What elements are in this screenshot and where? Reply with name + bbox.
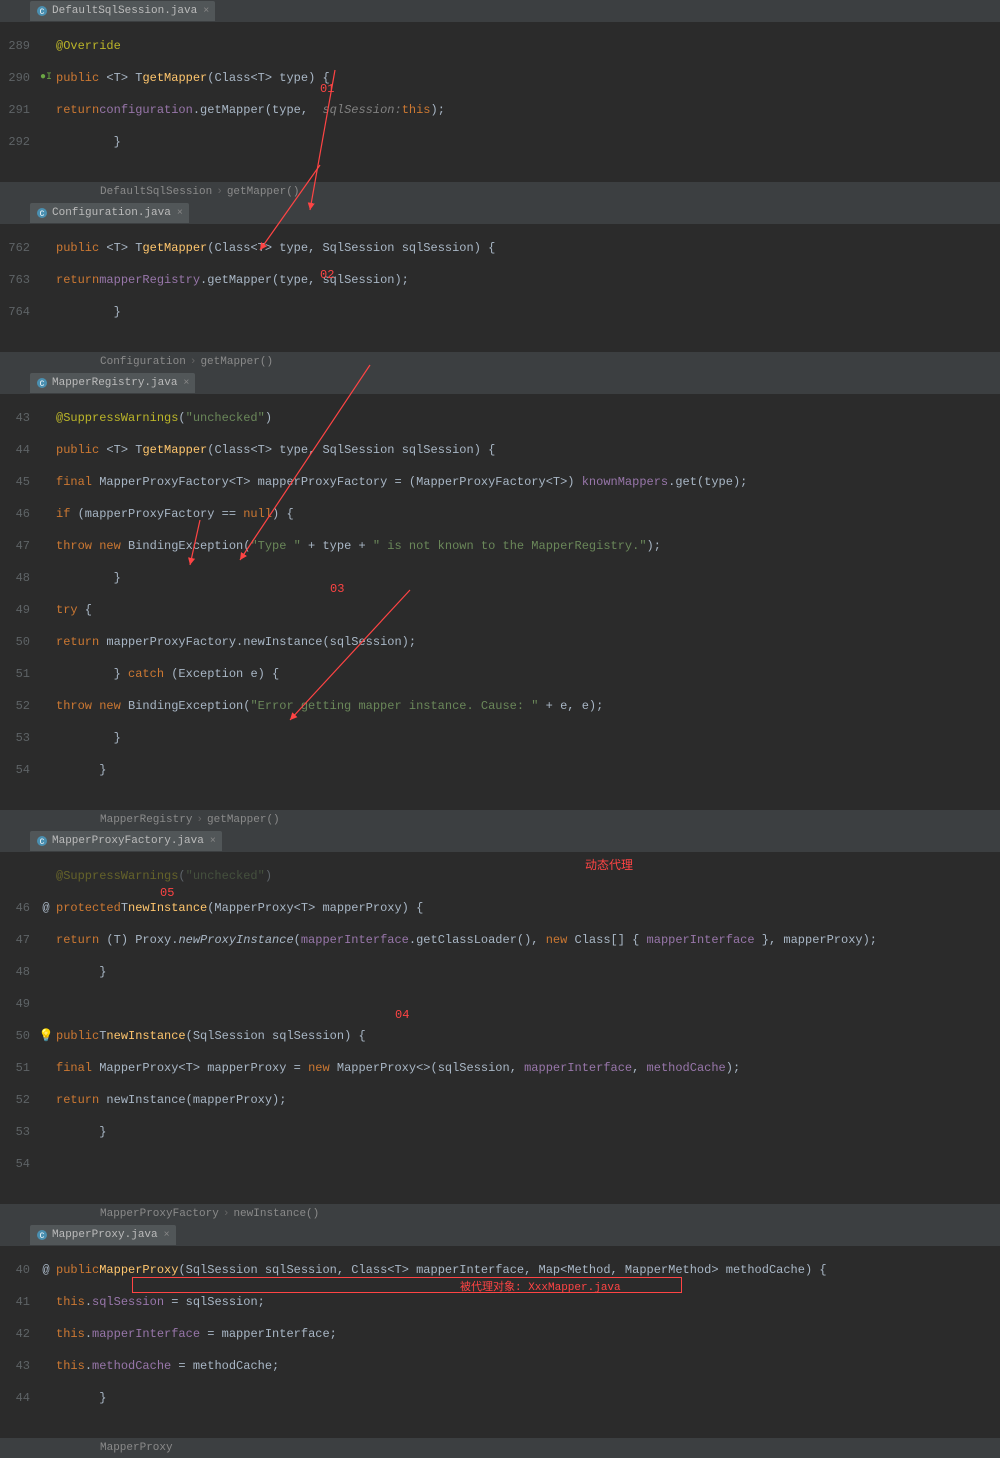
- breadcrumb[interactable]: Configuration›getMapper(): [0, 352, 1000, 372]
- panel-mapperproxyfactory: C MapperProxyFactory.java × @SuppressWar…: [0, 830, 1000, 1224]
- java-class-icon: C: [36, 1229, 48, 1241]
- panel-mapperregistry: C MapperRegistry.java × 43 @SuppressWarn…: [0, 372, 1000, 830]
- tab-bar: C DefaultSqlSession.java ×: [0, 0, 1000, 22]
- java-class-icon: C: [36, 5, 48, 17]
- code-area[interactable]: 289 @Override 290●I public <T> T getMapp…: [0, 22, 1000, 182]
- close-icon[interactable]: ×: [183, 378, 189, 389]
- tab-bar: C MapperProxyFactory.java ×: [0, 830, 1000, 852]
- tab-label: MapperRegistry.java: [52, 377, 177, 389]
- tab-label: DefaultSqlSession.java: [52, 5, 197, 17]
- svg-text:C: C: [40, 1232, 45, 1241]
- tab-label: MapperProxyFactory.java: [52, 835, 204, 847]
- code-area[interactable]: 43 @SuppressWarnings("unchecked") 44 pub…: [0, 394, 1000, 810]
- panel-defaultsqlsession: C DefaultSqlSession.java × 289 @Override…: [0, 0, 1000, 202]
- breadcrumb[interactable]: MapperProxyFactory›newInstance(): [0, 1204, 1000, 1224]
- svg-text:C: C: [40, 8, 45, 17]
- svg-text:C: C: [40, 210, 45, 219]
- code-area[interactable]: 762 public <T> T getMapper(Class<T> type…: [0, 224, 1000, 352]
- intention-bulb-icon[interactable]: 💡: [36, 1028, 56, 1044]
- close-icon[interactable]: ×: [210, 836, 216, 847]
- java-class-icon: C: [36, 377, 48, 389]
- tab-label: Configuration.java: [52, 207, 171, 219]
- close-icon[interactable]: ×: [164, 1230, 170, 1241]
- close-icon[interactable]: ×: [203, 6, 209, 17]
- svg-text:C: C: [40, 838, 45, 847]
- tab-mapperregistry[interactable]: C MapperRegistry.java ×: [30, 373, 195, 393]
- annotation-03: 03: [330, 582, 344, 596]
- editor-stack: C DefaultSqlSession.java × 289 @Override…: [0, 0, 1000, 1458]
- tab-label: MapperProxy.java: [52, 1229, 158, 1241]
- java-class-icon: C: [36, 835, 48, 847]
- annotation-dynamic-proxy: 动态代理: [585, 856, 633, 873]
- annotation-01: 01: [320, 82, 334, 96]
- tab-bar: C MapperRegistry.java ×: [0, 372, 1000, 394]
- code-area[interactable]: 40@ public MapperProxy(SqlSession sqlSes…: [0, 1246, 1000, 1438]
- annotation-proxy-target: 被代理对象: XxxMapper.java: [460, 1278, 621, 1294]
- tab-mapperproxyfactory[interactable]: C MapperProxyFactory.java ×: [30, 831, 222, 851]
- annotation-02: 02: [320, 268, 334, 282]
- panel-configuration: C Configuration.java × 762 public <T> T …: [0, 202, 1000, 372]
- svg-text:C: C: [40, 380, 45, 389]
- breadcrumb[interactable]: DefaultSqlSession›getMapper(): [0, 182, 1000, 202]
- tab-mapperproxy[interactable]: C MapperProxy.java ×: [30, 1225, 176, 1245]
- code-area[interactable]: @SuppressWarnings("unchecked") 46@ prote…: [0, 852, 1000, 1204]
- java-class-icon: C: [36, 207, 48, 219]
- tab-bar: C Configuration.java ×: [0, 202, 1000, 224]
- annotation-04: 04: [395, 1008, 409, 1022]
- tab-configuration[interactable]: C Configuration.java ×: [30, 203, 189, 223]
- breadcrumb[interactable]: MapperRegistry›getMapper(): [0, 810, 1000, 830]
- tab-defaultsqlsession[interactable]: C DefaultSqlSession.java ×: [30, 1, 215, 21]
- annotation-05: 05: [160, 886, 174, 900]
- tab-bar: C MapperProxy.java ×: [0, 1224, 1000, 1246]
- close-icon[interactable]: ×: [177, 208, 183, 219]
- panel-mapperproxy: C MapperProxy.java × 40@ public MapperPr…: [0, 1224, 1000, 1458]
- breadcrumb[interactable]: MapperProxy: [0, 1438, 1000, 1458]
